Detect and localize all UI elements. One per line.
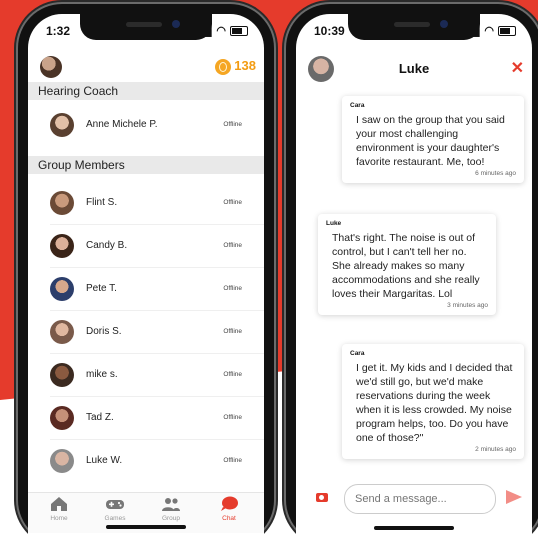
member-row[interactable]: mike s. Offline xyxy=(28,354,264,396)
tab-bar: Home Games Group Chat xyxy=(28,492,264,533)
avatar xyxy=(50,277,74,301)
chat-title: Luke xyxy=(398,61,430,76)
phone-chat: 10:39 ▂▄▆ ◠ Luke ✕ Cara I saw on the gro… xyxy=(286,4,538,544)
status-label: Offline xyxy=(223,242,242,249)
home-icon xyxy=(51,497,67,511)
group-icon xyxy=(162,498,180,511)
notch xyxy=(348,14,480,40)
chat-header: Luke ✕ xyxy=(296,56,532,84)
chat-screen: 10:39 ▂▄▆ ◠ Luke ✕ Cara I saw on the gro… xyxy=(296,14,532,544)
avatar xyxy=(50,191,74,215)
message-sender: Cara xyxy=(350,350,365,357)
status-label: Offline xyxy=(223,457,242,464)
member-name: Pete T. xyxy=(86,283,117,294)
status-label: Offline xyxy=(223,285,242,292)
member-name: Anne Michele P. xyxy=(86,119,158,130)
member-row[interactable]: Tad Z. Offline xyxy=(28,397,264,439)
home-indicator xyxy=(374,526,454,530)
message-text: That's right. The noise is out of contro… xyxy=(332,232,480,300)
member-row[interactable]: Flint S. Offline xyxy=(28,182,264,224)
message-bubble: Cara I get it. My kids and I decided tha… xyxy=(342,344,524,459)
status-label: Offline xyxy=(223,121,242,128)
message-composer xyxy=(296,482,532,516)
avatar xyxy=(50,449,74,473)
camera-icon[interactable] xyxy=(316,493,328,502)
chat-icon xyxy=(221,496,238,511)
section-group-members: Group Members xyxy=(28,156,264,174)
message-input[interactable] xyxy=(344,484,496,514)
tab-label: Group xyxy=(161,515,181,522)
message-sender: Cara xyxy=(350,102,365,109)
tab-label: Chat xyxy=(222,515,236,522)
message-time: 3 minutes ago xyxy=(447,302,488,309)
tab-group[interactable]: Group xyxy=(148,496,194,522)
message-text: I get it. My kids and I decided that we'… xyxy=(356,362,513,444)
status-label: Offline xyxy=(223,328,242,335)
message-time: 2 minutes ago xyxy=(475,446,516,453)
status-label: Offline xyxy=(223,414,242,421)
status-label: Offline xyxy=(223,371,242,378)
member-row[interactable]: Doris S. Offline xyxy=(28,311,264,353)
tab-home[interactable]: Home xyxy=(36,496,82,522)
avatar xyxy=(50,363,74,387)
coin-balance[interactable]: 138 xyxy=(215,58,256,75)
member-name: Candy B. xyxy=(86,240,128,251)
message-text: I saw on the group that you said your mo… xyxy=(356,114,505,168)
message-sender: Luke xyxy=(326,220,342,227)
tab-games[interactable]: Games xyxy=(92,496,138,522)
avatar xyxy=(50,234,74,258)
section-hearing-coach: Hearing Coach xyxy=(28,82,264,100)
top-bar: 138 xyxy=(28,56,264,82)
home-indicator xyxy=(106,525,186,529)
message-time: 6 minutes ago xyxy=(475,170,516,177)
gamepad-icon xyxy=(106,500,124,509)
member-row[interactable]: Pete T. Offline xyxy=(28,268,264,310)
notch xyxy=(80,14,212,40)
member-row[interactable]: Luke W. Offline xyxy=(28,440,264,482)
member-row[interactable]: Candy B. Offline xyxy=(28,225,264,267)
member-name: Luke W. xyxy=(86,455,123,466)
message-bubble: Luke That's right. The noise is out of c… xyxy=(318,214,496,315)
status-label: Offline xyxy=(223,199,242,206)
profile-avatar[interactable] xyxy=(40,56,62,78)
phone-group-list: 1:32 ▂▄▆ ◠ 138 Hearing Coach Anne Michel… xyxy=(18,4,274,544)
member-name: Doris S. xyxy=(86,326,122,337)
avatar xyxy=(50,113,74,137)
coin-icon xyxy=(215,58,232,75)
battery-icon xyxy=(498,26,516,37)
tab-label: Home xyxy=(50,515,68,522)
tab-chat[interactable]: Chat xyxy=(206,496,252,522)
member-name: mike s. xyxy=(86,369,118,380)
status-time: 1:32 xyxy=(46,24,71,38)
member-name: Tad Z. xyxy=(86,412,114,423)
message-bubble: Cara I saw on the group that you said yo… xyxy=(342,96,524,183)
coin-count: 138 xyxy=(234,58,256,73)
send-icon[interactable] xyxy=(506,490,522,504)
close-icon[interactable]: ✕ xyxy=(511,58,524,78)
member-name: Flint S. xyxy=(86,197,118,208)
coach-row[interactable]: Anne Michele P. Offline xyxy=(28,104,264,146)
tab-label: Games xyxy=(104,515,126,522)
status-time: 10:39 xyxy=(314,24,345,38)
avatar xyxy=(50,406,74,430)
group-screen: 1:32 ▂▄▆ ◠ 138 Hearing Coach Anne Michel… xyxy=(28,14,264,544)
battery-icon xyxy=(230,26,248,37)
avatar xyxy=(50,320,74,344)
